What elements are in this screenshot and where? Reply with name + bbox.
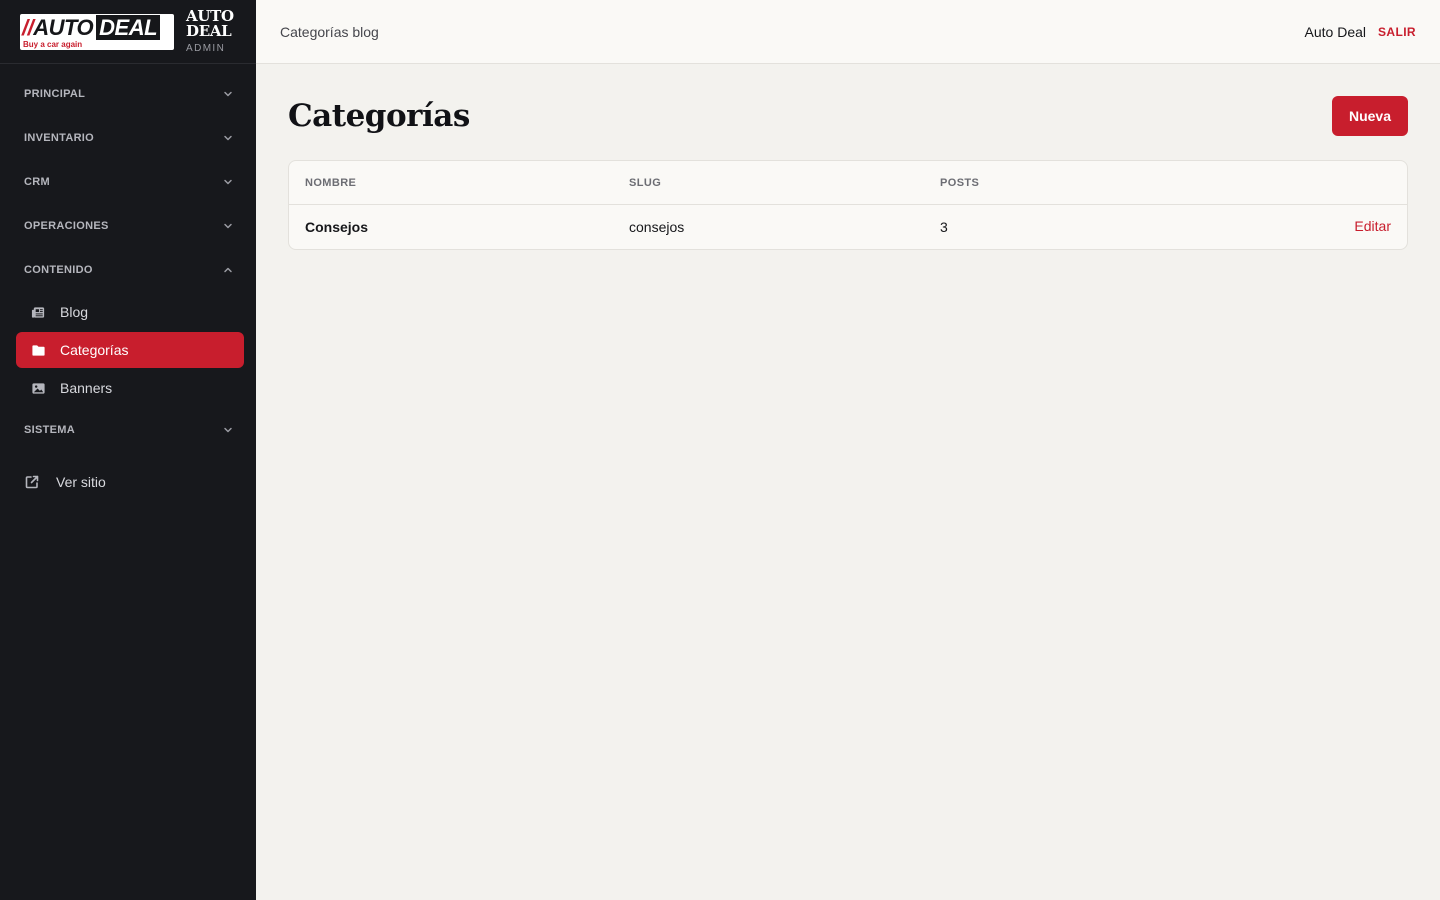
new-category-button[interactable]: Nueva: [1332, 96, 1408, 136]
logo-tagline: Buy a car again: [23, 39, 83, 49]
section-inventario[interactable]: INVENTARIO: [0, 116, 256, 160]
user-name: Auto Deal: [1304, 23, 1366, 40]
sidebar-item-label: Blog: [60, 304, 89, 320]
autodeal-logo[interactable]: //AUTO DEAL Buy a car again: [20, 13, 174, 50]
section-label: PRINCIPAL: [24, 88, 86, 100]
categories-table: NOMBRE SLUG POSTS Consejos consejos 3 Ed…: [288, 160, 1408, 250]
topbar: Categorías blog Auto Deal SALIR: [256, 0, 1440, 64]
section-principal[interactable]: PRINCIPAL: [0, 72, 256, 116]
view-site-link[interactable]: Ver sitio: [0, 464, 256, 500]
edit-cell: Editar: [1311, 218, 1391, 236]
brand-wordmark: AUTO DEAL ADMIN: [186, 9, 234, 55]
section-crm[interactable]: CRM: [0, 160, 256, 204]
sidebar-item-categorias[interactable]: Categorías: [16, 332, 244, 368]
breadcrumb: Categorías blog: [280, 23, 379, 40]
chevron-down-icon: [224, 91, 232, 97]
brand-admin-label: ADMIN: [186, 43, 226, 54]
sidebar-item-banners[interactable]: Banners: [16, 370, 244, 406]
view-site-label: Ver sitio: [56, 474, 106, 490]
category-slug: consejos: [629, 219, 685, 235]
edit-link[interactable]: Editar: [1354, 218, 1391, 234]
external-link-icon: [25, 475, 39, 489]
table-header: NOMBRE SLUG POSTS: [289, 161, 1407, 205]
page-header: Categorías Nueva: [288, 96, 1408, 136]
page-title: Categorías: [288, 98, 470, 134]
chevron-down-icon: [224, 427, 232, 433]
section-operaciones[interactable]: OPERACIONES: [0, 204, 256, 248]
brand-word-line2: DEAL: [186, 22, 232, 40]
table-row: Consejos consejos 3 Editar: [289, 205, 1407, 249]
column-header-posts[interactable]: POSTS: [940, 177, 1311, 189]
section-label: CONTENIDO: [24, 264, 93, 276]
newspaper-icon: [30, 304, 46, 320]
folder-icon: [30, 342, 46, 358]
section-contenido[interactable]: CONTENIDO: [0, 248, 256, 292]
section-sistema[interactable]: SISTEMA: [0, 408, 256, 452]
image-icon: [30, 380, 46, 396]
category-posts-count: 3: [940, 219, 948, 235]
sidebar: //AUTO DEAL Buy a car again AUTO DEAL ADM…: [0, 0, 256, 900]
sidebar-item-label: Categorías: [60, 342, 129, 358]
chevron-down-icon: [224, 223, 232, 229]
sidebar-nav: PRINCIPAL INVENTARIO CRM OPERACIONES CON…: [0, 64, 256, 500]
logout-link[interactable]: SALIR: [1378, 25, 1416, 39]
sidebar-item-label: Banners: [60, 380, 113, 396]
logo-auto: AUTO: [33, 14, 94, 40]
chevron-down-icon: [224, 179, 232, 185]
contenido-items: Blog Categorías Banners: [0, 294, 256, 406]
chevron-down-icon: [224, 135, 232, 141]
category-name: Consejos: [305, 219, 369, 235]
section-label: OPERACIONES: [24, 220, 109, 232]
user-area: Auto Deal SALIR: [1305, 24, 1416, 40]
column-header-slug[interactable]: SLUG: [629, 177, 940, 189]
logo-slashes: //: [22, 14, 34, 40]
section-label: INVENTARIO: [24, 132, 95, 144]
brand: //AUTO DEAL Buy a car again AUTO DEAL ADM…: [0, 0, 256, 64]
column-header-name[interactable]: NOMBRE: [305, 177, 629, 189]
chevron-up-icon: [224, 267, 232, 273]
section-label: CRM: [24, 176, 50, 188]
main-content: Categorías Nueva NOMBRE SLUG POSTS Conse…: [288, 96, 1408, 250]
logo-deal: DEAL: [96, 14, 161, 40]
sidebar-item-blog[interactable]: Blog: [16, 294, 244, 330]
section-label: SISTEMA: [24, 424, 75, 436]
